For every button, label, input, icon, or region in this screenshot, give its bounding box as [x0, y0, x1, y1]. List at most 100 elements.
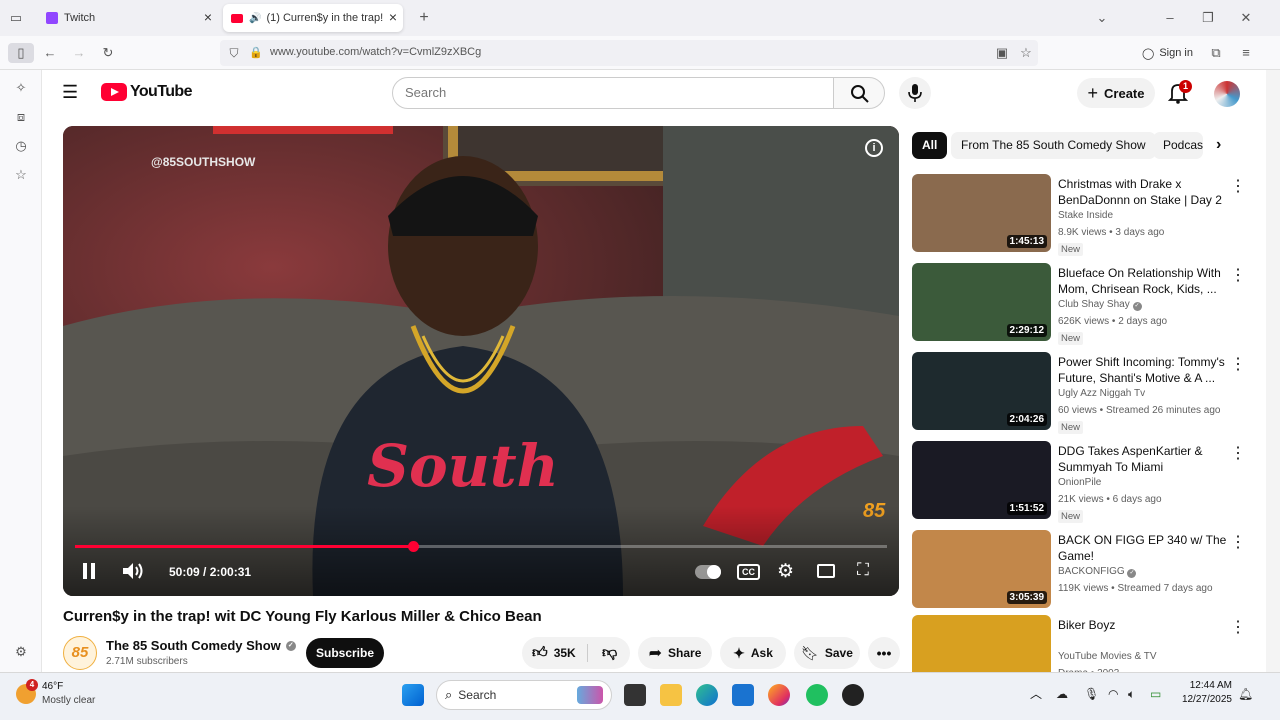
- minimize-icon[interactable]: –: [1160, 8, 1180, 28]
- recommendation-channel[interactable]: Club Shay Shay ✓: [1058, 299, 1142, 311]
- recommendation-channel[interactable]: Ugly Azz Niggah Tv: [1058, 388, 1145, 399]
- voice-search-button[interactable]: [899, 77, 931, 109]
- chatgpt-icon[interactable]: [806, 684, 828, 706]
- recommendation-item[interactable]: 1:45:13 Christmas with Drake x BenDaDonnn…: [912, 174, 1252, 256]
- more-vertical-icon[interactable]: ⋮: [1230, 354, 1246, 374]
- recommendation-title[interactable]: BACK ON FIGG EP 340 w/ The Game!: [1058, 532, 1233, 564]
- menu-icon[interactable]: ≡: [1236, 43, 1256, 63]
- recommendation-title[interactable]: Christmas with Drake x BenDaDonnn on Sta…: [1058, 176, 1233, 208]
- firefox-icon[interactable]: [768, 684, 790, 706]
- channel-avatar[interactable]: 85: [63, 636, 97, 670]
- extensions-icon[interactable]: ⧉: [1206, 43, 1226, 63]
- task-view-icon[interactable]: [624, 684, 646, 706]
- chip-podcasts[interactable]: Podcas: [1153, 132, 1203, 159]
- fullscreen-icon[interactable]: ⛶: [857, 560, 869, 580]
- channel-name[interactable]: The 85 South Comedy Show ✓: [106, 638, 296, 653]
- recommendation-item[interactable]: 2:04:26 Power Shift Incoming: Tommy's Fut…: [912, 352, 1252, 434]
- shield-icon[interactable]: ⛉: [224, 43, 244, 63]
- wifi-icon[interactable]: ◠: [1108, 687, 1118, 701]
- bookmark-star-icon[interactable]: ☆: [1016, 43, 1036, 63]
- synced-tabs-icon[interactable]: ⧈: [11, 107, 31, 127]
- tab-list-icon[interactable]: ▭: [6, 8, 26, 28]
- settings-gear-icon[interactable]: ⚙: [777, 560, 794, 583]
- recommendation-item[interactable]: 2:29:12 Blueface On Relationship With Mom…: [912, 263, 1252, 345]
- url-bar[interactable]: ⛉ 🔒 www.youtube.com/watch?v=CvmlZ9zXBCg …: [220, 40, 1038, 66]
- recommendation-item[interactable]: 3:05:39 BACK ON FIGG EP 340 w/ The Game! B…: [912, 530, 1252, 610]
- scrollbar-track[interactable]: [1266, 70, 1280, 672]
- edge-icon[interactable]: [696, 684, 718, 706]
- ai-chat-icon[interactable]: ✧: [11, 78, 31, 98]
- progress-bar[interactable]: [75, 541, 887, 552]
- recommendation-channel[interactable]: Stake Inside: [1058, 210, 1113, 221]
- app-icon[interactable]: [842, 684, 864, 706]
- battery-icon[interactable]: ▭: [1150, 687, 1161, 701]
- volume-button[interactable]: [122, 562, 144, 585]
- forward-icon[interactable]: →: [69, 43, 89, 63]
- tray-overflow-chevron-icon[interactable]: ︿: [1030, 685, 1042, 702]
- search-button[interactable]: [833, 77, 885, 109]
- speaker-tray-icon[interactable]: 🔈︎: [1128, 687, 1135, 702]
- chevron-right-icon[interactable]: ›: [1216, 136, 1221, 154]
- ask-button[interactable]: ✦ Ask: [720, 637, 786, 669]
- info-icon[interactable]: i: [865, 139, 883, 157]
- recommendation-title[interactable]: Power Shift Incoming: Tommy's Future, Sh…: [1058, 354, 1233, 386]
- notifications-button[interactable]: 1: [1167, 80, 1192, 106]
- notifications-tray-icon[interactable]: 🔔︎: [1238, 687, 1253, 701]
- autoplay-toggle[interactable]: [695, 565, 721, 579]
- bookmarks-icon[interactable]: ☆: [11, 165, 31, 185]
- tab-twitch[interactable]: Twitch ×: [38, 4, 218, 32]
- close-tab-icon[interactable]: ×: [389, 10, 397, 24]
- subscribe-button[interactable]: Subscribe: [306, 638, 384, 668]
- chip-from-channel[interactable]: From The 85 South Comedy Show: [951, 132, 1156, 159]
- sidebar-toggle-icon[interactable]: ▯: [8, 43, 34, 63]
- like-button[interactable]: 👍︎ 35K: [522, 644, 588, 662]
- taskbar-search[interactable]: ⌕ Search: [436, 680, 612, 710]
- tab-youtube[interactable]: 🔊 (1) Curren$y in the trap! wit ×: [223, 4, 403, 32]
- search-input[interactable]: Search: [392, 77, 834, 109]
- recommendation-title[interactable]: DDG Takes AspenKartier & Summyah To Miam…: [1058, 443, 1233, 475]
- save-button[interactable]: 🔖︎ Save: [794, 637, 860, 669]
- video-thumbnail[interactable]: 2:29:12: [912, 263, 1051, 341]
- more-actions-button[interactable]: •••: [868, 637, 900, 669]
- dislike-button[interactable]: 👎︎: [594, 644, 617, 662]
- share-button[interactable]: ➦ Share: [638, 637, 712, 669]
- back-icon[interactable]: ←: [40, 43, 60, 63]
- restore-icon[interactable]: ❐: [1198, 8, 1218, 28]
- tab-overflow-chevron-icon[interactable]: ⌄: [1092, 8, 1112, 28]
- onedrive-icon[interactable]: ☁: [1056, 687, 1068, 701]
- recommendation-channel[interactable]: BACKONFIGG ✓: [1058, 566, 1137, 578]
- pause-button[interactable]: [82, 563, 96, 584]
- settings-gear-icon[interactable]: ⚙: [11, 642, 31, 662]
- file-explorer-icon[interactable]: [660, 684, 682, 706]
- history-icon[interactable]: ◷: [11, 136, 31, 156]
- more-vertical-icon[interactable]: ⋮: [1230, 617, 1246, 637]
- progress-scrubber[interactable]: [408, 541, 420, 552]
- clock[interactable]: 12:44 AM 12/27/2025: [1172, 679, 1232, 707]
- mic-tray-icon[interactable]: 🎙︎: [1084, 687, 1099, 701]
- theater-mode-icon[interactable]: [817, 564, 835, 578]
- hamburger-menu-icon[interactable]: ☰: [62, 82, 78, 103]
- sign-in-button[interactable]: ◯ Sign in: [1142, 44, 1193, 62]
- recommendation-title[interactable]: Biker Boyz: [1058, 617, 1233, 633]
- video-player[interactable]: South @85SOUTHSHOW i 85 50:09 / 2:00:31 …: [63, 126, 899, 596]
- chip-all[interactable]: All: [912, 132, 948, 159]
- recommendation-title[interactable]: Blueface On Relationship With Mom, Chris…: [1058, 265, 1233, 297]
- recommendation-channel[interactable]: OnionPile: [1058, 477, 1101, 488]
- recommendation-channel[interactable]: YouTube Movies & TV: [1058, 651, 1157, 662]
- recommendation-item[interactable]: 1:51:52 DDG Takes AspenKartier & Summyah …: [912, 441, 1252, 523]
- video-thumbnail[interactable]: 3:05:39: [912, 530, 1051, 608]
- video-thumbnail[interactable]: 1:45:13: [912, 174, 1051, 252]
- close-window-icon[interactable]: ✕: [1236, 8, 1256, 28]
- avatar[interactable]: [1214, 81, 1240, 107]
- reload-icon[interactable]: ↻: [98, 43, 118, 63]
- more-vertical-icon[interactable]: ⋮: [1230, 176, 1246, 196]
- windows-start-icon[interactable]: [402, 684, 424, 706]
- translate-icon[interactable]: ▣: [992, 43, 1012, 63]
- captions-icon[interactable]: CC: [737, 564, 760, 580]
- weather-widget[interactable]: 4 46°F Mostly clear: [12, 679, 112, 713]
- close-tab-icon[interactable]: ×: [204, 10, 212, 24]
- more-vertical-icon[interactable]: ⋮: [1230, 532, 1246, 552]
- store-icon[interactable]: [732, 684, 754, 706]
- speaker-icon[interactable]: 🔊: [249, 13, 261, 24]
- video-thumbnail[interactable]: 1:51:52: [912, 441, 1051, 519]
